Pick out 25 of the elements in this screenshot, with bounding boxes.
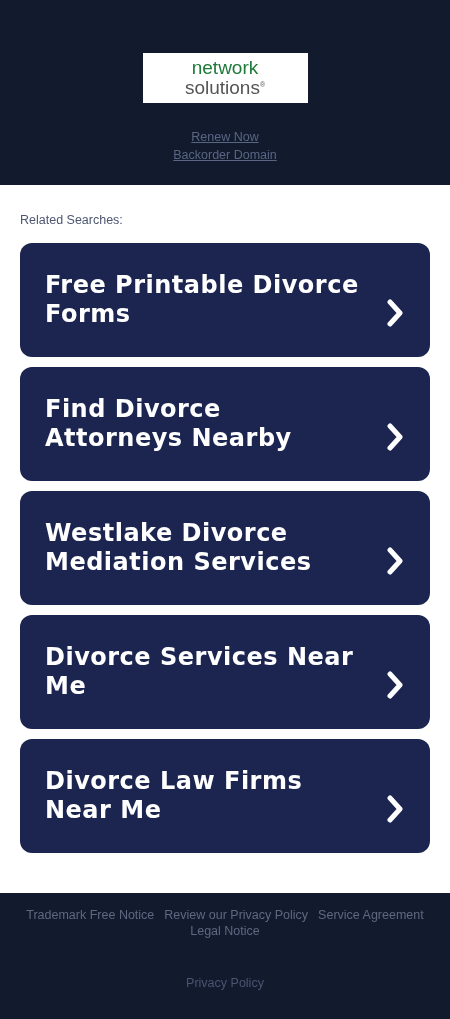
chevron-right-icon [386, 671, 404, 699]
search-link-label: Westlake Divorce Mediation Services [45, 519, 313, 577]
search-link-card[interactable]: Free Printable Divorce Forms [20, 243, 430, 357]
search-link-card[interactable]: Divorce Services Near Me [20, 615, 430, 729]
footer-link[interactable]: Service Agreement [318, 907, 424, 923]
search-link-label: Free Printable Divorce Forms [45, 271, 360, 329]
search-link-card[interactable]: Divorce Law Firms Near Me [20, 739, 430, 853]
header-link[interactable]: Renew Now [191, 130, 259, 144]
search-link-label: Divorce Services Near Me [45, 643, 355, 701]
logo-text: solutions$^{®}$ [184, 76, 266, 97]
chevron-right-icon [386, 423, 404, 451]
footer-link[interactable]: Review our Privacy Policy [164, 907, 309, 923]
footer-link[interactable]: Privacy Policy [186, 976, 264, 990]
header-link[interactable]: Backorder Domain [173, 148, 277, 162]
search-link-card[interactable]: Find Divorce Attorneys Nearby [20, 367, 430, 481]
chevron-right-icon [386, 299, 404, 327]
footer-link[interactable]: Trademark Free Notice [26, 907, 155, 923]
chevron-right-icon [386, 795, 404, 823]
search-link-card[interactable]: Westlake Divorce Mediation Services [20, 491, 430, 605]
search-link-label: Find Divorce Attorneys Nearby [45, 395, 293, 453]
section-title: Related Searches: [20, 213, 124, 227]
logo-text: network [191, 59, 259, 77]
footer-link[interactable]: Legal Notice [190, 923, 260, 939]
search-link-label: Divorce Law Firms Near Me [45, 767, 304, 825]
chevron-right-icon [386, 547, 404, 575]
